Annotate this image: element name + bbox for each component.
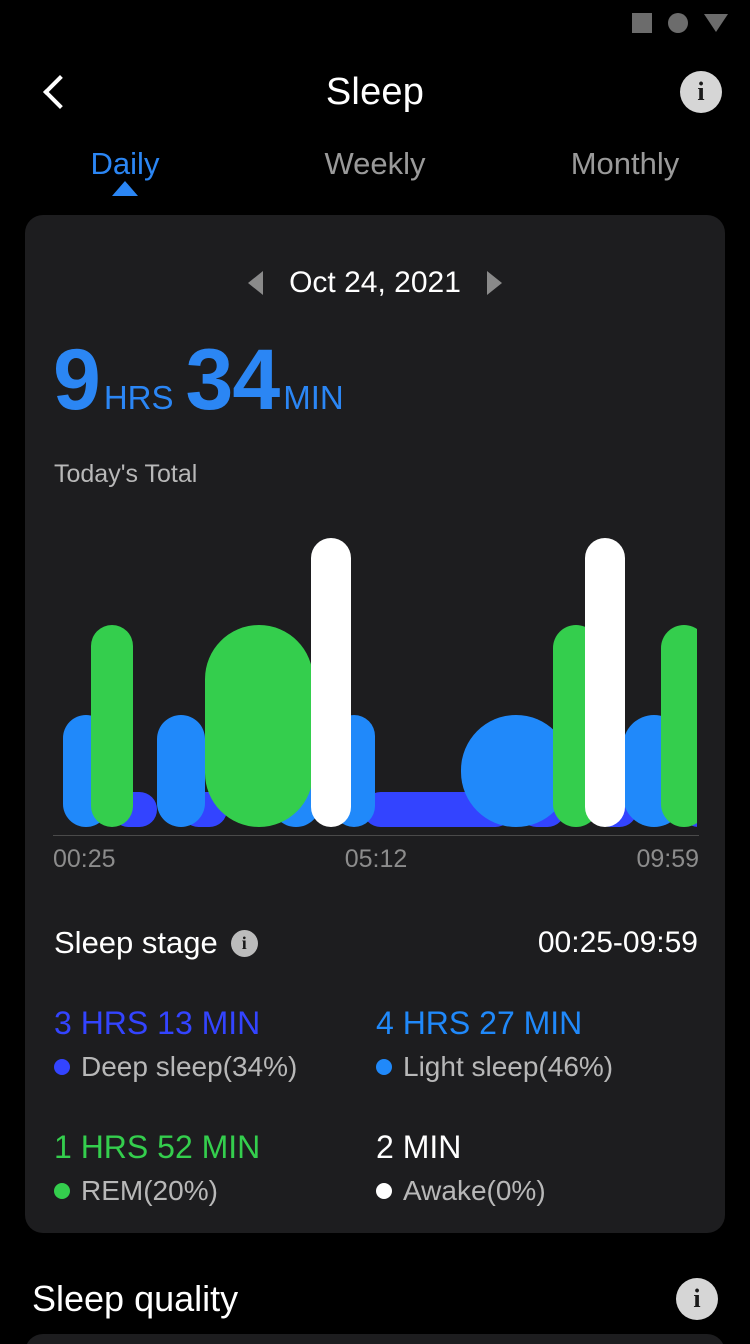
- x-tick-mid: 05:12: [344, 845, 408, 873]
- legend-item-light-sleep: 4 HRS 27 MIN Light sleep(46%): [376, 1005, 698, 1083]
- page-title: Sleep: [325, 70, 425, 113]
- x-tick-end: 09:59: [636, 845, 699, 873]
- legend-duration: 4 HRS 27 MIN: [376, 1005, 583, 1041]
- legend-color-dot: [54, 1183, 70, 1199]
- legend-label: REM(20%): [81, 1175, 218, 1206]
- legend-duration: 2 MIN: [376, 1129, 462, 1165]
- info-icon[interactable]: i: [676, 1278, 718, 1320]
- chart-x-axis-labels: 00:25 05:12 09:59: [53, 845, 699, 885]
- legend-color-dot: [376, 1059, 392, 1075]
- total-minutes: 34: [185, 332, 281, 428]
- legend-duration: 3 HRS 13 MIN: [54, 1005, 261, 1041]
- date-navigator: Oct 24, 2021: [25, 258, 725, 308]
- triangle-down-icon: [704, 14, 728, 32]
- tab-weekly-label: Weekly: [324, 146, 426, 181]
- sleep-quality-section: Sleep quality i: [0, 1268, 750, 1330]
- square-icon: [632, 13, 652, 33]
- sleep-summary-card: Oct 24, 2021 9 HRS 34 MIN Today's Total …: [25, 215, 725, 1233]
- hypnogram-segment: [91, 625, 133, 827]
- app-bar: Sleep i: [0, 46, 750, 138]
- chevron-right-icon[interactable]: [486, 271, 502, 295]
- hypnogram-svg: [63, 538, 697, 827]
- active-tab-caret-icon: [112, 181, 138, 196]
- info-icon[interactable]: i: [680, 71, 722, 113]
- total-sleep-value: 9 HRS 34 MIN: [53, 332, 356, 428]
- back-button[interactable]: [30, 62, 90, 122]
- tab-monthly-label: Monthly: [570, 146, 680, 181]
- status-bar: [0, 0, 750, 46]
- circle-icon: [668, 13, 688, 33]
- hypnogram-segment: [585, 538, 625, 827]
- current-date: Oct 24, 2021: [289, 266, 461, 299]
- total-hours: 9: [53, 332, 101, 428]
- legend-label: Light sleep(46%): [403, 1051, 614, 1082]
- hypnogram-segment: [311, 538, 351, 827]
- sleep-stage-title-group: Sleep stage i: [54, 925, 258, 961]
- tab-daily[interactable]: Daily: [0, 140, 250, 196]
- legend-color-dot: [376, 1183, 392, 1199]
- tab-daily-label: Daily: [90, 146, 160, 181]
- total-caption: Today's Total: [54, 460, 198, 488]
- tab-bar: Daily Weekly Monthly: [0, 140, 750, 212]
- x-tick-start: 00:25: [53, 845, 116, 873]
- info-icon[interactable]: i: [230, 929, 258, 957]
- hypnogram-segment: [157, 715, 205, 827]
- sleep-stage-legend: 3 HRS 13 MIN Deep sleep(34%) 4 HRS 27 MI…: [54, 1005, 698, 1207]
- legend-duration: 1 HRS 52 MIN: [54, 1129, 261, 1165]
- sleep-quality-title: Sleep quality: [32, 1278, 239, 1319]
- sleep-quality-card-edge: [25, 1334, 725, 1344]
- legend-item-deep-sleep: 3 HRS 13 MIN Deep sleep(34%): [54, 1005, 376, 1083]
- legend-item-rem: 1 HRS 52 MIN REM(20%): [54, 1129, 376, 1207]
- chevron-left-icon[interactable]: [248, 271, 264, 295]
- legend-color-dot: [54, 1059, 70, 1075]
- legend-label: Awake(0%): [403, 1175, 546, 1206]
- sleep-stage-header: Sleep stage i 00:25-09:59: [54, 920, 698, 966]
- hypnogram-segment: [661, 625, 697, 827]
- tab-monthly[interactable]: Monthly: [500, 140, 750, 182]
- tab-weekly[interactable]: Weekly: [250, 140, 500, 182]
- legend-item-awake: 2 MIN Awake(0%): [376, 1129, 698, 1207]
- back-chevron-icon: [43, 75, 77, 109]
- sleep-time-range: 00:25-09:59: [537, 926, 698, 959]
- hypnogram-segment: [205, 625, 313, 827]
- legend-label: Deep sleep(34%): [81, 1051, 298, 1082]
- sleep-stage-title: Sleep stage: [54, 925, 218, 960]
- sleep-stage-chart: [53, 530, 697, 835]
- total-hours-unit: HRS: [103, 379, 174, 416]
- total-minutes-unit: MIN: [283, 379, 344, 416]
- chart-baseline: [53, 835, 699, 836]
- sleep-screen: Sleep i Daily Weekly Monthly Oct 24, 202…: [0, 0, 750, 1344]
